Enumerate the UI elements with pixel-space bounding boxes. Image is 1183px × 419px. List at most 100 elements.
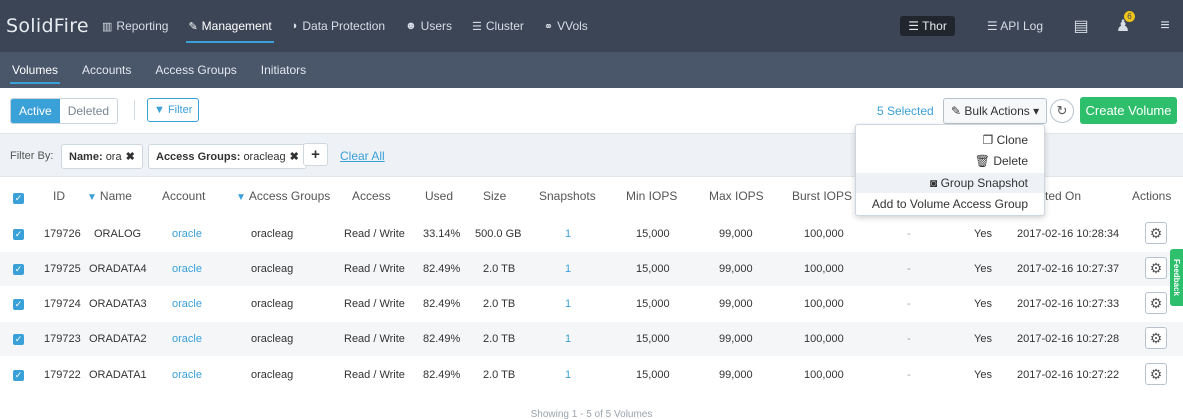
row-actions-gear-icon[interactable]: ⚙	[1145, 327, 1167, 349]
col-burst-iops[interactable]: Burst IOPS	[792, 189, 852, 203]
notification-bell-icon[interactable]: ♟ 6	[1109, 11, 1137, 36]
col-account[interactable]: Account	[162, 189, 205, 203]
col-access-groups[interactable]: ▼ Access Groups	[236, 189, 330, 203]
nav-data-protection[interactable]: ◗ Data Protection	[282, 0, 395, 52]
col-used[interactable]: Used	[425, 189, 453, 203]
col-id[interactable]: ID	[53, 189, 65, 203]
cell-yes: Yes	[974, 228, 992, 240]
cell-snapshots-link[interactable]: 1	[565, 228, 571, 240]
cell-access-group: oracleag	[251, 263, 294, 275]
cell-snapshots-link[interactable]: 1	[565, 298, 571, 310]
nav-users[interactable]: ☻ Users	[395, 0, 462, 52]
col-name[interactable]: ▼ Name	[87, 189, 132, 203]
selected-count: 5 Selected	[877, 104, 934, 118]
col-snapshots[interactable]: Snapshots	[539, 189, 596, 203]
nav-vvols[interactable]: ⚭ VVols	[534, 0, 598, 52]
remove-chip-icon[interactable]: ✖	[126, 151, 135, 163]
col-size[interactable]: Size	[483, 189, 506, 203]
deleted-toggle[interactable]: Deleted	[59, 99, 118, 123]
refresh-button[interactable]: ↻	[1050, 99, 1074, 123]
cell-max-iops: 99,000	[719, 369, 753, 381]
cell-size: 2.0 TB	[483, 333, 516, 345]
table-row[interactable]: ✓ 179726 ORALOG oracle oracleag Read / W…	[0, 217, 1183, 251]
cell-min-iops: 15,000	[636, 228, 670, 240]
bar-chart-icon: ▥	[102, 20, 113, 33]
cell-min-iops: 15,000	[636, 369, 670, 381]
menu-item-add-to-access-group[interactable]: Add to Volume Access Group	[872, 197, 1028, 211]
api-log-link[interactable]: ☰ API Log	[987, 19, 1043, 33]
storage-icon[interactable]: ▤	[1067, 16, 1095, 36]
cell-burst-iops: 100,000	[804, 298, 844, 310]
cell-max-iops: 99,000	[719, 228, 753, 240]
row-checkbox[interactable]: ✓	[13, 264, 24, 275]
nav-label: Cluster	[485, 19, 524, 33]
cell-account-link[interactable]: oracle	[172, 228, 202, 240]
remove-chip-icon[interactable]: ✖	[290, 151, 299, 163]
filter-chip-name[interactable]: Name: ora ✖	[61, 144, 143, 169]
feedback-tab[interactable]: Feedback	[1170, 249, 1183, 306]
cell-min-iops: 15,000	[636, 263, 670, 275]
cell-account-link[interactable]: oracle	[172, 369, 202, 381]
col-label: Name	[99, 189, 132, 203]
row-actions-gear-icon[interactable]: ⚙	[1145, 257, 1167, 279]
table-row[interactable]: ✓ 179724 ORADATA3 oracle oracleag Read /…	[0, 287, 1183, 321]
row-checkbox[interactable]: ✓	[13, 229, 24, 240]
cell-name: ORALOG	[94, 228, 142, 240]
cell-account-link[interactable]: oracle	[172, 263, 202, 275]
cell-min-iops: 15,000	[636, 298, 670, 310]
menu-item-group-snapshot[interactable]: ◙ Group Snapshot	[856, 173, 1044, 193]
menu-item-clone[interactable]: ❐ Clone	[983, 133, 1028, 147]
hamburger-menu-icon[interactable]: ≡	[1151, 17, 1179, 35]
filter-button[interactable]: ▼ Filter	[147, 98, 200, 122]
row-checkbox[interactable]: ✓	[13, 334, 24, 345]
brand-logo[interactable]: SolidFire	[0, 15, 92, 37]
cell-name: ORADATA3	[89, 298, 147, 310]
cell-account-link[interactable]: oracle	[172, 298, 202, 310]
tab-volumes[interactable]: Volumes	[0, 52, 70, 88]
add-filter-button[interactable]: +	[303, 143, 328, 166]
cell-empty: -	[907, 298, 911, 310]
tab-initiators[interactable]: Initiators	[249, 52, 318, 88]
nav-label: Management	[201, 19, 272, 33]
clear-all-link[interactable]: Clear All	[340, 149, 385, 163]
table-row[interactable]: ✓ 179723 ORADATA2 oracle oracleag Read /…	[0, 322, 1183, 356]
cell-burst-iops: 100,000	[804, 263, 844, 275]
tab-access-groups[interactable]: Access Groups	[143, 52, 248, 88]
cell-used: 82.49%	[423, 369, 461, 381]
cell-id: 179725	[44, 263, 81, 275]
shield-icon: ◗	[291, 20, 299, 32]
table-row[interactable]: ✓ 179725 ORADATA4 oracle oracleag Read /…	[0, 252, 1183, 286]
nav-label: VVols	[557, 19, 588, 33]
col-access[interactable]: Access	[352, 189, 391, 203]
nav-reporting[interactable]: ▥ Reporting	[92, 0, 178, 52]
nav-management[interactable]: ✎ Management	[178, 0, 281, 52]
row-checkbox[interactable]: ✓	[13, 370, 24, 381]
cell-burst-iops: 100,000	[804, 333, 844, 345]
row-actions-gear-icon[interactable]: ⚙	[1145, 363, 1167, 385]
filter-chip-access-groups[interactable]: Access Groups: oracleag ✖	[148, 144, 307, 169]
row-actions-gear-icon[interactable]: ⚙	[1145, 292, 1167, 314]
active-toggle[interactable]: Active	[11, 99, 60, 123]
cell-snapshots-link[interactable]: 1	[565, 263, 571, 275]
row-actions-gear-icon[interactable]: ⚙	[1145, 222, 1167, 244]
select-all-checkbox[interactable]: ✓	[13, 193, 24, 204]
cell-snapshots-link[interactable]: 1	[565, 369, 571, 381]
col-max-iops[interactable]: Max IOPS	[709, 189, 764, 203]
cluster-selector[interactable]: ☰ Thor	[900, 16, 955, 36]
filter-by-label: Filter By:	[10, 150, 54, 162]
menu-item-delete[interactable]: 🗑 Delete	[975, 154, 1028, 168]
bulk-actions-button[interactable]: ✎ Bulk Actions ▾	[943, 98, 1048, 124]
cell-access: Read / Write	[344, 298, 405, 310]
cell-access-group: oracleag	[251, 369, 294, 381]
cell-snapshots-link[interactable]: 1	[565, 333, 571, 345]
col-min-iops[interactable]: Min IOPS	[626, 189, 677, 203]
tab-accounts[interactable]: Accounts	[70, 52, 143, 88]
cell-account-link[interactable]: oracle	[172, 333, 202, 345]
table-footer: Showing 1 - 5 of 5 Volumes	[530, 409, 653, 419]
table-row[interactable]: ✓ 179722 ORADATA1 oracle oracleag Read /…	[0, 358, 1183, 392]
cell-yes: Yes	[974, 333, 992, 345]
nav-cluster[interactable]: ☰ Cluster	[462, 0, 534, 52]
cell-size: 2.0 TB	[483, 369, 516, 381]
row-checkbox[interactable]: ✓	[13, 299, 24, 310]
create-volume-button[interactable]: Create Volume	[1080, 97, 1177, 124]
